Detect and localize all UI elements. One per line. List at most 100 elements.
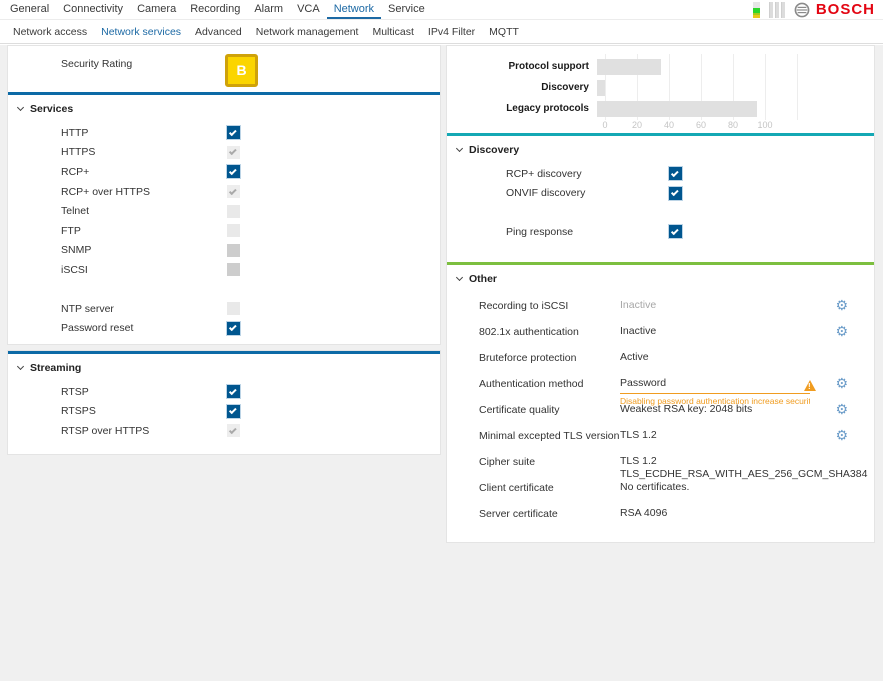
checkbox-row-iscsi: iSCSI bbox=[8, 260, 440, 280]
checkbox-label: SNMP bbox=[61, 244, 227, 256]
check-icon bbox=[671, 227, 679, 235]
setting-label: Client certificate bbox=[479, 482, 620, 503]
top-nav: GeneralConnectivityCameraRecordingAlarmV… bbox=[0, 0, 883, 20]
bosch-wordmark: BOSCH bbox=[816, 2, 875, 18]
setting-label: Authentication method bbox=[479, 378, 620, 399]
setting-label: Server certificate bbox=[479, 508, 620, 529]
chevron-down-icon bbox=[456, 145, 463, 152]
checkbox-label: HTTPS bbox=[61, 146, 227, 158]
section-title-discovery: Discovery bbox=[469, 144, 519, 156]
security-rating-row: Security Rating B bbox=[8, 46, 440, 92]
rcp-checkbox[interactable] bbox=[227, 165, 240, 178]
subnav-item-ipv4-filter[interactable]: IPv4 Filter bbox=[421, 26, 482, 38]
warning-icon bbox=[804, 380, 816, 391]
checkbox-row-snmp: SNMP bbox=[8, 241, 440, 261]
setting-label: 802.1x authentication bbox=[479, 326, 620, 347]
chart-category-label: Legacy protocols bbox=[447, 103, 597, 114]
setting-row-minimal-excepted-tls-version: Minimal excepted TLS versionTLS 1.2 ⚙︎ bbox=[447, 425, 874, 451]
rtsp-checkbox[interactable] bbox=[227, 385, 240, 398]
checkbox-row-telnet: Telnet bbox=[8, 201, 440, 221]
ftp-checkbox bbox=[227, 224, 240, 237]
telnet-checkbox bbox=[227, 205, 240, 218]
checkbox-label: HTTP bbox=[61, 127, 227, 139]
card-services: Security Rating B Services HTTP HTTPS RCP+… bbox=[7, 45, 441, 345]
top-nav-right: BOSCH bbox=[753, 2, 875, 18]
checkbox-label: Password reset bbox=[61, 322, 227, 334]
settings-gear-icon[interactable]: ⚙︎ bbox=[835, 402, 848, 418]
main-nav-list: GeneralConnectivityCameraRecordingAlarmV… bbox=[3, 0, 432, 19]
subnav-item-network-management[interactable]: Network management bbox=[249, 26, 366, 38]
subnav-item-advanced[interactable]: Advanced bbox=[188, 26, 249, 38]
setting-label: Certificate quality bbox=[479, 404, 620, 425]
subnav-item-network-services[interactable]: Network services bbox=[94, 26, 188, 38]
check-icon bbox=[229, 187, 237, 195]
nav-item-vca[interactable]: VCA bbox=[290, 0, 327, 19]
setting-row-client-certificate: Client certificateNo certificates. bbox=[447, 477, 874, 503]
chart-row-discovery: Discovery bbox=[447, 77, 874, 98]
checkbox-label: RTSP over HTTPS bbox=[61, 425, 227, 437]
setting-value-text: Active bbox=[620, 352, 804, 363]
bosch-logo: BOSCH bbox=[794, 2, 875, 18]
check-icon bbox=[229, 387, 237, 395]
setting-value-text: Password bbox=[620, 378, 804, 389]
iscsi-checkbox[interactable] bbox=[227, 263, 240, 276]
http-checkbox[interactable] bbox=[227, 126, 240, 139]
check-icon bbox=[229, 167, 237, 175]
other-rows: Recording to iSCSIInactive⚙︎802.1x authe… bbox=[447, 287, 874, 529]
subnav-item-mqtt[interactable]: MQTT bbox=[482, 26, 526, 38]
setting-value: Inactive bbox=[620, 300, 804, 321]
chevron-down-icon bbox=[17, 104, 24, 111]
settings-gear-icon[interactable]: ⚙︎ bbox=[835, 428, 848, 444]
axis-tick-label: 100 bbox=[757, 120, 772, 130]
settings-gear-icon[interactable]: ⚙︎ bbox=[835, 376, 848, 392]
setting-value-text: RSA 4096 bbox=[620, 508, 804, 519]
cpu-load-icon bbox=[769, 2, 785, 18]
axis-tick-label: 0 bbox=[602, 120, 607, 130]
setting-label: Cipher suite bbox=[479, 456, 620, 477]
nav-item-alarm[interactable]: Alarm bbox=[247, 0, 290, 19]
checkbox-row-ntp-server: NTP server bbox=[8, 299, 440, 319]
checkbox-label: RCP+ over HTTPS bbox=[61, 186, 227, 198]
nav-item-camera[interactable]: Camera bbox=[130, 0, 183, 19]
chart-bar-discovery bbox=[597, 80, 605, 96]
setting-value: TLS 1.2TLS_ECDHE_RSA_WITH_AES_256_GCM_SH… bbox=[620, 456, 804, 477]
rtsps-checkbox[interactable] bbox=[227, 405, 240, 418]
section-header-services[interactable]: Services bbox=[8, 95, 440, 117]
password-reset-checkbox[interactable] bbox=[227, 322, 240, 335]
checkbox-label: RCP+ discovery bbox=[506, 168, 669, 180]
checkbox-label: FTP bbox=[61, 225, 227, 237]
settings-gear-icon[interactable]: ⚙︎ bbox=[835, 298, 848, 314]
nav-item-recording[interactable]: Recording bbox=[183, 0, 247, 19]
setting-value-text: Weakest RSA key: 2048 bits bbox=[620, 404, 804, 415]
chart-row-legacy-protocols: Legacy protocols bbox=[447, 98, 874, 119]
subnav-item-network-access[interactable]: Network access bbox=[6, 26, 94, 38]
checkbox-row-rcp-over-https: RCP+ over HTTPS bbox=[8, 182, 440, 202]
chart-bar-protocol-support bbox=[597, 59, 661, 75]
chart-category-label: Discovery bbox=[447, 82, 597, 93]
discovery-rows: RCP+ discoveryONVIF discoveryPing respon… bbox=[447, 158, 874, 262]
rcp-discovery-checkbox[interactable] bbox=[669, 167, 682, 180]
nav-item-network[interactable]: Network bbox=[327, 0, 381, 19]
subnav-item-multicast[interactable]: Multicast bbox=[365, 26, 420, 38]
chart-category-label: Protocol support bbox=[447, 61, 597, 72]
nav-item-general[interactable]: General bbox=[3, 0, 56, 19]
security-rating-badge: B bbox=[225, 54, 258, 87]
nav-item-connectivity[interactable]: Connectivity bbox=[56, 0, 130, 19]
setting-value-text: Inactive bbox=[620, 326, 804, 337]
onvif-discovery-checkbox[interactable] bbox=[669, 187, 682, 200]
section-title-other: Other bbox=[469, 273, 497, 285]
https-checkbox bbox=[227, 146, 240, 159]
security-rating-label: Security Rating bbox=[61, 58, 132, 70]
nav-item-service[interactable]: Service bbox=[381, 0, 432, 19]
section-header-other[interactable]: Other bbox=[447, 265, 874, 287]
setting-value-text: TLS 1.2 bbox=[620, 430, 804, 441]
ping-response-checkbox[interactable] bbox=[669, 225, 682, 238]
checkbox-label: RTSP bbox=[61, 386, 227, 398]
section-header-streaming[interactable]: Streaming bbox=[8, 354, 440, 376]
setting-label: Minimal excepted TLS version bbox=[479, 430, 620, 451]
setting-value: RSA 4096 bbox=[620, 508, 804, 529]
section-header-discovery[interactable]: Discovery bbox=[447, 136, 874, 158]
settings-gear-icon[interactable]: ⚙︎ bbox=[835, 324, 848, 340]
snmp-checkbox[interactable] bbox=[227, 244, 240, 257]
rtsp-over-https-checkbox bbox=[227, 424, 240, 437]
